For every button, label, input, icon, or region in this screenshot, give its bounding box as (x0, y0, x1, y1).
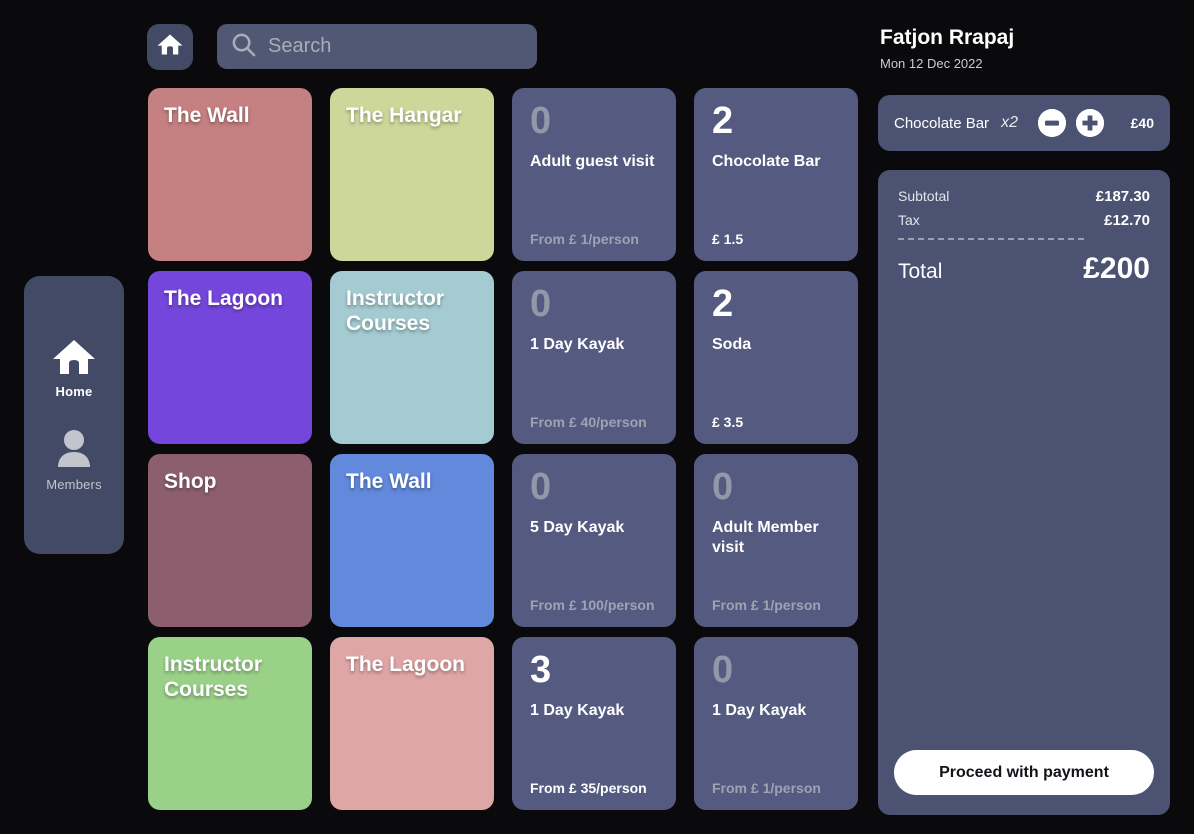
total-value: £200 (1083, 252, 1150, 285)
product-name: 1 Day Kayak (530, 702, 625, 719)
totals-card: Subtotal £187.30 Tax £12.70 Total £200 P… (878, 170, 1170, 815)
total-label: Total (898, 260, 943, 283)
product-name: Soda (712, 336, 752, 353)
product-price: From £ 100/person (530, 597, 655, 613)
tax-label: Tax (898, 212, 920, 228)
plus-circle-icon[interactable] (1075, 109, 1104, 137)
subtotal-value: £187.30 (1095, 188, 1150, 205)
product-price: From £ 1/person (530, 231, 639, 247)
category-tile[interactable]: Instructor Courses (330, 271, 494, 444)
product-tile[interactable]: 0 1 Day Kayak From £ 40/person (512, 271, 676, 444)
search-icon (231, 32, 256, 62)
sidebar-item-home[interactable]: Home (52, 338, 96, 399)
product-name: Adult guest visit (530, 153, 655, 170)
category-tile[interactable]: The Wall (148, 88, 312, 261)
person-icon (52, 429, 96, 469)
home-icon (52, 338, 96, 376)
sidebar-item-members-label: Members (46, 477, 102, 492)
category-tile[interactable]: The Lagoon (330, 637, 494, 810)
product-quantity: 2 (712, 283, 734, 325)
product-quantity: 2 (712, 100, 734, 142)
category-tile[interactable]: Instructor Courses (148, 637, 312, 810)
minus-circle-icon[interactable] (1037, 109, 1066, 137)
product-quantity: 0 (712, 649, 734, 691)
line-item-name: Chocolate Bar (894, 114, 990, 132)
product-quantity: 0 (530, 283, 552, 325)
subtotal-row: Subtotal £187.30 (898, 188, 1150, 205)
sidebar: Home Members (24, 276, 124, 554)
product-name: 1 Day Kayak (530, 336, 625, 353)
line-item-quantity: x2 (1001, 114, 1018, 131)
category-tile[interactable]: Shop (148, 454, 312, 627)
category-tile[interactable]: The Hangar (330, 88, 494, 261)
category-tile-label: Shop (164, 470, 217, 493)
divider (898, 238, 1085, 240)
tax-value: £12.70 (1104, 212, 1150, 229)
home-icon (157, 33, 183, 61)
home-button[interactable] (147, 24, 193, 70)
sidebar-item-home-label: Home (55, 384, 93, 399)
search-input[interactable] (268, 35, 533, 58)
product-price: £ 3.5 (712, 414, 744, 430)
product-tile[interactable]: 0 Adult Member visit From £ 1/person (694, 454, 858, 627)
product-tile[interactable]: 0 5 Day Kayak From £ 100/person (512, 454, 676, 627)
search-bar[interactable] (217, 24, 537, 69)
pos-app: Home Members The Wall The Hangar 0 Adult gu… (0, 0, 1194, 834)
product-quantity: 3 (530, 649, 552, 691)
product-tile[interactable]: 2 Chocolate Bar £ 1.5 (694, 88, 858, 261)
product-price: From £ 1/person (712, 597, 821, 613)
product-name: 5 Day Kayak (530, 519, 625, 536)
product-tile[interactable]: 0 Adult guest visit From £ 1/person (512, 88, 676, 261)
subtotal-label: Subtotal (898, 188, 950, 204)
product-price: From £ 35/person (530, 780, 647, 796)
tile-grid: The Wall The Hangar 0 Adult guest visit From… (148, 88, 858, 814)
proceed-with-payment-button[interactable]: Proceed with payment (894, 750, 1154, 795)
order-date: Mon 12 Dec 2022 (880, 56, 983, 71)
product-tile[interactable]: 2 Soda £ 3.5 (694, 271, 858, 444)
product-tile[interactable]: 0 1 Day Kayak From £ 1/person (694, 637, 858, 810)
quantity-stepper (1037, 109, 1104, 137)
category-tile-label: Instructor Courses (346, 287, 445, 335)
product-price: From £ 1/person (712, 780, 821, 796)
category-tile-label: The Lagoon (346, 653, 465, 676)
product-price: From £ 40/person (530, 414, 647, 430)
order-panel: Fatjon Rrapaj Mon 12 Dec 2022 Chocolate … (878, 0, 1174, 834)
product-name: Chocolate Bar (712, 153, 821, 170)
order-line-item: Chocolate Bar x2 £40 (878, 95, 1170, 151)
category-tile-label: The Wall (346, 470, 432, 493)
category-tile[interactable]: The Wall (330, 454, 494, 627)
tax-row: Tax £12.70 (898, 212, 1150, 229)
product-quantity: 0 (530, 100, 552, 142)
category-tile-label: Instructor Courses (164, 653, 263, 701)
product-tile[interactable]: 3 1 Day Kayak From £ 35/person (512, 637, 676, 810)
customer-name: Fatjon Rrapaj (880, 26, 1015, 49)
product-quantity: 0 (530, 466, 552, 508)
product-quantity: 0 (712, 466, 734, 508)
total-row: Total £200 (898, 252, 1150, 286)
category-tile-label: The Lagoon (164, 287, 283, 310)
sidebar-item-members[interactable]: Members (46, 429, 102, 492)
category-tile-label: The Wall (164, 104, 250, 127)
line-item-price: £40 (1130, 115, 1154, 131)
product-name: Adult Member visit (712, 519, 819, 556)
product-name: 1 Day Kayak (712, 702, 807, 719)
product-price: £ 1.5 (712, 231, 744, 247)
category-tile[interactable]: The Lagoon (148, 271, 312, 444)
category-tile-label: The Hangar (346, 104, 462, 127)
